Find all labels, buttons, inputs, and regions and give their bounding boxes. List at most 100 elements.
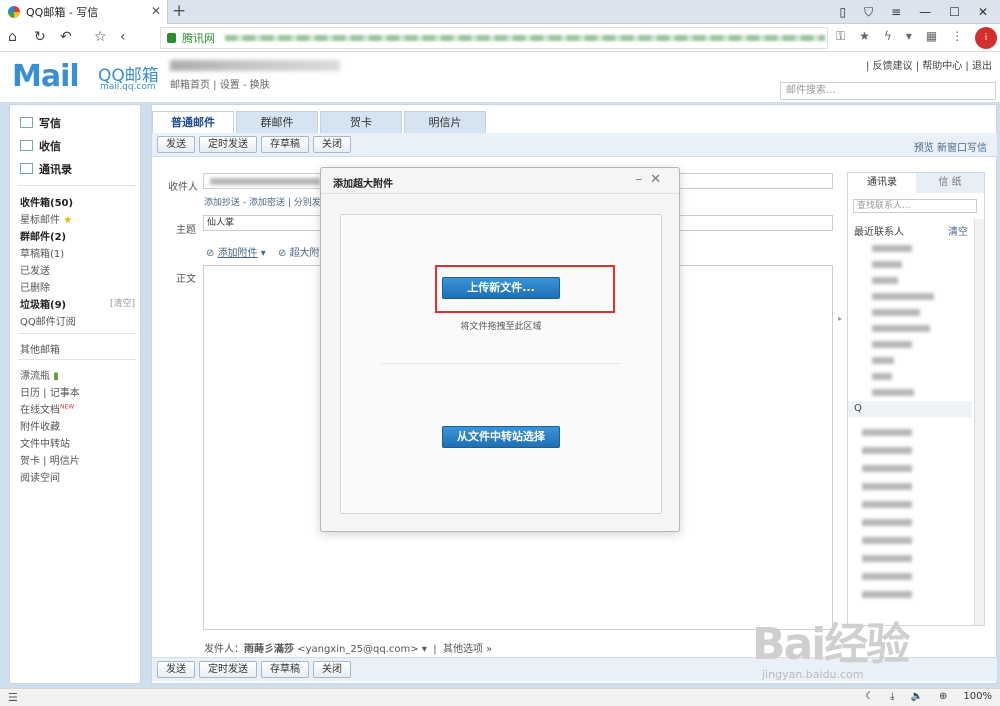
close-window-icon[interactable]: ✕ xyxy=(978,5,988,19)
apps-icon[interactable]: ▦ xyxy=(926,29,937,44)
sidebar-item-subscription[interactable]: QQ邮件订阅 xyxy=(20,313,76,328)
user-avatar[interactable]: i xyxy=(975,27,997,49)
browser-tab[interactable]: QQ邮箱 - 写信 ✕ xyxy=(0,0,168,24)
address-bar[interactable]: 腾讯网 xyxy=(160,27,828,49)
back-icon[interactable]: ‹ xyxy=(120,29,126,45)
save-draft-button[interactable]: 存草稿 xyxy=(261,136,309,153)
contacts-scrollbar[interactable] xyxy=(974,219,984,625)
lock-icon xyxy=(167,33,176,43)
watermark-brand: Bai经验 xyxy=(752,619,910,670)
home-icon[interactable]: ⌂ xyxy=(8,29,17,45)
sender-row[interactable]: 发件人：雨蒔彡滿莎 <yangxin_25@qq.com> ▾ | 其他选项 » xyxy=(204,640,492,655)
sidebar: 写信 收信 通讯录 收件箱(50) 星标邮件 ★ 群邮件(2) 草稿箱(1) 已… xyxy=(9,104,141,684)
user-links[interactable]: 邮箱首页 | 设置 - 换肤 xyxy=(170,76,270,91)
sidebar-item-bottle[interactable]: 漂流瓶 ▮ xyxy=(20,367,59,382)
dialog-close-icon[interactable]: ✕ xyxy=(650,172,669,187)
contacts-panel: 查找联系人... 最近联系人 清空 Q xyxy=(847,172,985,626)
contact-blurred xyxy=(872,309,920,316)
upload-new-file-button[interactable]: 上传新文件... xyxy=(442,277,560,299)
contact-group-header[interactable]: Q xyxy=(848,401,972,417)
sidebar-item-other-mail[interactable]: 其他邮箱 xyxy=(20,341,60,356)
zoom-icon[interactable]: ⊕ xyxy=(939,691,947,702)
subject-label: 主题 xyxy=(176,225,196,236)
undo-icon[interactable]: ↶ xyxy=(60,29,72,45)
sidebar-item-calendar[interactable]: 日历 | 记事本 xyxy=(20,384,80,399)
menu-icon[interactable]: ≡ xyxy=(891,5,901,19)
divider xyxy=(18,333,136,334)
volume-icon[interactable]: 🔈 xyxy=(911,691,923,702)
clear-recent-link[interactable]: 清空 xyxy=(948,223,968,238)
contact-blurred xyxy=(872,277,898,284)
inbox-icon xyxy=(20,140,33,151)
mail-logo[interactable]: Mail xyxy=(12,59,80,94)
send-button-bottom[interactable]: 发送 xyxy=(157,661,195,678)
contact-group-blurred xyxy=(862,447,912,454)
sidebar-item-attachments[interactable]: 附件收藏 xyxy=(20,418,60,433)
timed-send-button[interactable]: 定时发送 xyxy=(199,136,257,153)
key-icon[interactable]: ⚿ xyxy=(836,29,845,44)
tab-normal-mail[interactable]: 普通邮件 xyxy=(152,111,234,134)
add-attachment-link[interactable]: ⊘ 添加附件 ▾ xyxy=(206,244,266,259)
night-mode-icon[interactable]: ☾ xyxy=(865,691,874,702)
sidebar-item-docs[interactable]: 在线文档NEW xyxy=(20,401,74,416)
favorite-icon[interactable]: ★ xyxy=(859,29,870,44)
sidebar-item-deleted[interactable]: 已删除 xyxy=(20,279,50,294)
tab-address-book[interactable]: 通讯录 xyxy=(848,173,916,193)
big-attachment-link[interactable]: ⊘ 超大附 xyxy=(278,244,320,259)
sidebar-item-transfer[interactable]: 文件中转站 xyxy=(20,435,70,450)
tab-postcard[interactable]: 明信片 xyxy=(404,111,486,133)
tab-group-mail[interactable]: 群邮件 xyxy=(236,111,318,133)
shirt-icon[interactable]: ⛉ xyxy=(864,5,873,20)
sidebar-item-reading[interactable]: 阅读空间 xyxy=(20,469,60,484)
sidebar-item-contacts[interactable]: 通讯录 xyxy=(20,161,72,177)
zoom-level[interactable]: 100% xyxy=(963,691,992,702)
contact-blurred xyxy=(872,389,914,396)
close-button-bottom[interactable]: 关闭 xyxy=(313,661,351,678)
sidebar-item-starred[interactable]: 星标邮件 ★ xyxy=(20,211,72,226)
select-from-transfer-button[interactable]: 从文件中转站选择 xyxy=(442,426,560,448)
compose-toolbar-top: 发送 定时发送 存草稿 关闭 预览 新窗口写信 xyxy=(152,133,997,157)
expand-arrow-icon[interactable]: ▸ xyxy=(838,314,842,323)
sidebar-item-receive[interactable]: 收信 xyxy=(20,138,61,154)
star-icon[interactable]: ☆ xyxy=(94,29,107,45)
contact-search-input[interactable]: 查找联系人... xyxy=(853,199,977,213)
lightning-icon[interactable]: ϟ xyxy=(884,29,892,44)
cc-links[interactable]: 添加抄送 - 添加密送 | 分别发 xyxy=(204,195,321,208)
sidebar-item-junk[interactable]: 垃圾箱(9) xyxy=(20,296,66,311)
timed-send-button-bottom[interactable]: 定时发送 xyxy=(199,661,257,678)
sidebar-item-cards[interactable]: 贺卡 | 明信片 xyxy=(20,452,80,467)
subject-value: 仙人掌 xyxy=(207,218,235,228)
sidebar-toggle-icon[interactable]: ☰ xyxy=(8,691,18,704)
clear-junk-link[interactable]: [清空] xyxy=(110,296,135,309)
new-tab-icon[interactable]: + xyxy=(172,1,186,21)
maximize-icon[interactable]: ☐ xyxy=(949,5,960,19)
sidebar-item-drafts[interactable]: 草稿箱(1) xyxy=(20,245,64,260)
save-draft-button-bottom[interactable]: 存草稿 xyxy=(261,661,309,678)
bottle-icon: ▮ xyxy=(53,371,59,382)
close-button[interactable]: 关闭 xyxy=(313,136,351,153)
toolbar-right-links[interactable]: 预览 新窗口写信 xyxy=(914,139,987,154)
mail-search-input[interactable]: 邮件搜索... xyxy=(780,82,996,100)
contact-blurred xyxy=(872,325,930,332)
body-label: 正文 xyxy=(176,274,196,285)
sidebar-item-write[interactable]: 写信 xyxy=(20,115,61,131)
star-icon: ★ xyxy=(63,215,73,226)
vibrate-icon[interactable]: ▯ xyxy=(839,5,846,19)
tab-card[interactable]: 贺卡 xyxy=(320,111,402,133)
sidebar-item-inbox[interactable]: 收件箱(50) xyxy=(20,194,73,209)
dropdown-icon[interactable]: ▾ xyxy=(906,29,912,44)
drag-hint: 将文件拖拽至此区域 xyxy=(460,322,542,332)
minimize-icon[interactable]: — xyxy=(919,5,931,19)
more-icon[interactable]: ⋮ xyxy=(951,29,963,44)
contact-group-blurred xyxy=(862,519,912,526)
dialog-minimize-icon[interactable]: – xyxy=(636,172,651,187)
send-button[interactable]: 发送 xyxy=(157,136,195,153)
sidebar-item-group[interactable]: 群邮件(2) xyxy=(20,228,66,243)
tab-stationery[interactable]: 信 纸 xyxy=(916,173,984,193)
download-icon[interactable]: ⤓ xyxy=(890,691,894,702)
tab-close-icon[interactable]: ✕ xyxy=(151,4,161,18)
drop-zone[interactable]: 上传新文件... 将文件拖拽至此区域 从文件中转站选择 xyxy=(340,214,662,514)
refresh-icon[interactable]: ↻ xyxy=(34,29,46,45)
sidebar-item-sent[interactable]: 已发送 xyxy=(20,262,50,277)
top-links[interactable]: | 反馈建议 | 帮助中心 | 退出 xyxy=(866,57,992,72)
